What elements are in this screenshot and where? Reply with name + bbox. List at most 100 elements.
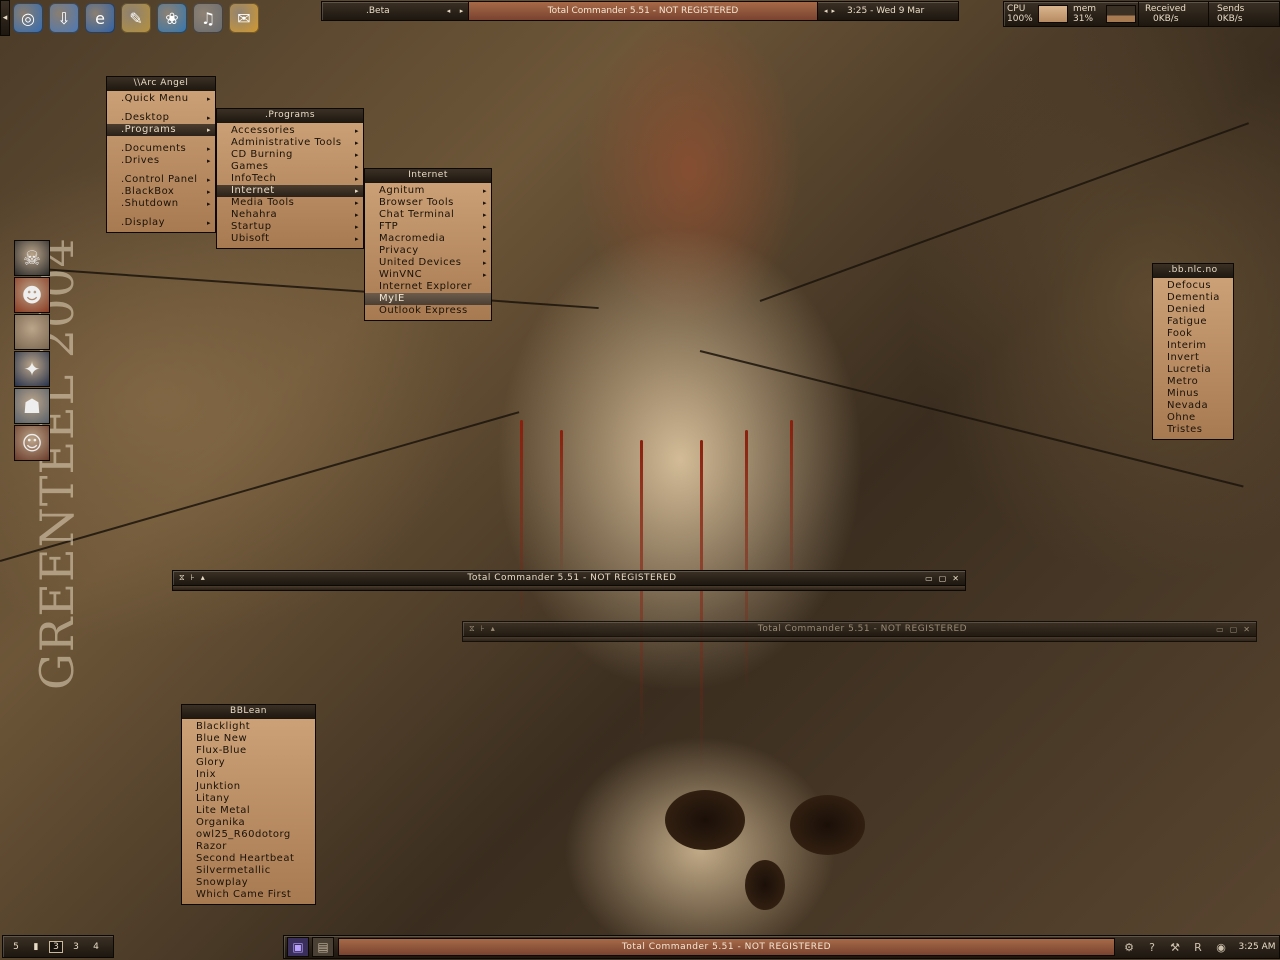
task-prev-arrow[interactable]: ◂ — [824, 7, 828, 15]
bb-style-item[interactable]: Fatigue — [1153, 316, 1233, 328]
internet-menu-item[interactable]: Outlook Express — [365, 305, 491, 317]
bblean-style-item[interactable]: Blue New — [182, 733, 315, 745]
sticky-icon[interactable]: ⊦ — [481, 624, 485, 634]
root-menu-item[interactable]: .Desktop ▸ — [107, 112, 215, 124]
workspace-button[interactable]: 3 — [49, 940, 63, 953]
launcher-button[interactable]: ◎ — [10, 0, 46, 36]
bb-style-item[interactable]: Invert — [1153, 352, 1233, 364]
root-menu-item[interactable]: .Control Panel ▸ — [107, 174, 215, 186]
root-menu-item[interactable]: .Quick Menu ▸ — [107, 93, 215, 105]
launcher-button[interactable]: ⇩ — [46, 0, 82, 36]
bblean-style-item[interactable]: Junktion — [182, 781, 315, 793]
programs-menu-item[interactable]: Media Tools ▸ — [217, 197, 363, 209]
dock-button[interactable]: ☗ — [14, 388, 50, 424]
internet-menu-item[interactable]: Chat Terminal ▸ — [365, 209, 491, 221]
window-titlebar[interactable]: ⧖ ⊦ ▴ Total Commander 5.51 - NOT REGISTERE… — [462, 621, 1257, 637]
internet-menu-item[interactable]: WinVNC ▸ — [365, 269, 491, 281]
programs-menu-item[interactable]: Accessories ▸ — [217, 125, 363, 137]
bblean-style-item[interactable]: Which Came First — [182, 889, 315, 901]
internet-menu-item[interactable]: FTP ▸ — [365, 221, 491, 233]
bb-style-item[interactable]: Fook — [1153, 328, 1233, 340]
bb-style-item[interactable]: Dementia — [1153, 292, 1233, 304]
minimize-icon[interactable]: ▭ — [1216, 625, 1224, 634]
minimize-icon[interactable]: ▭ — [925, 574, 933, 583]
root-menu-item[interactable]: .Shutdown ▸ — [107, 198, 215, 210]
internet-menu-item[interactable]: Browser Tools ▸ — [365, 197, 491, 209]
programs-menu-item[interactable]: Internet ▸ — [217, 185, 363, 197]
launcher-button[interactable]: e — [82, 0, 118, 36]
total-commander-window-inactive[interactable]: ⧖ ⊦ ▴ Total Commander 5.51 - NOT REGISTERE… — [462, 621, 1257, 642]
sticky-icon[interactable]: ⊦ — [191, 573, 195, 583]
disc-icon[interactable]: ◉ — [1211, 941, 1231, 954]
pin-icon[interactable]: ⧖ — [179, 573, 185, 583]
bb-style-item[interactable]: Tristes — [1153, 424, 1233, 436]
launcher-button[interactable]: ❀ — [154, 0, 190, 36]
close-icon[interactable]: ✕ — [1243, 625, 1250, 634]
maximize-icon[interactable]: ▢ — [939, 574, 947, 583]
root-menu-item[interactable]: .BlackBox ▸ — [107, 186, 215, 198]
workspace-next-arrow[interactable]: ▸ — [460, 7, 464, 15]
bblean-style-item[interactable]: Second Heartbeat — [182, 853, 315, 865]
bblean-style-item[interactable]: Litany — [182, 793, 315, 805]
workspace-prev-arrow[interactable]: ◂ — [447, 7, 451, 15]
internet-menu-item[interactable]: Internet Explorer — [365, 281, 491, 293]
root-menu-item[interactable]: .Documents ▸ — [107, 143, 215, 155]
bb-style-item[interactable]: Metro — [1153, 376, 1233, 388]
programs-menu-item[interactable]: InfoTech ▸ — [217, 173, 363, 185]
launcher-button[interactable]: ♫ — [190, 0, 226, 36]
workspace-button[interactable]: 5 — [9, 942, 23, 952]
bb-style-item[interactable]: Minus — [1153, 388, 1233, 400]
taskbar-task[interactable]: Total Commander 5.51 - NOT REGISTERED — [338, 938, 1115, 956]
internet-menu-item[interactable]: United Devices ▸ — [365, 257, 491, 269]
programs-menu-item[interactable]: Startup ▸ — [217, 221, 363, 233]
programs-menu-item[interactable]: Nehahra ▸ — [217, 209, 363, 221]
help-icon[interactable]: ? — [1142, 941, 1162, 954]
bblean-style-item[interactable]: Blacklight — [182, 721, 315, 733]
wrench-icon[interactable]: ⚒ — [1165, 941, 1185, 954]
programs-menu-item[interactable]: Administrative Tools ▸ — [217, 137, 363, 149]
shade-icon[interactable]: ▴ — [491, 624, 495, 634]
root-menu-item[interactable]: .Programs ▸ — [107, 124, 215, 136]
dock-button[interactable]: ✦ — [14, 351, 50, 387]
taskbar-icon-button[interactable]: ▣ — [287, 937, 309, 957]
gear-icon[interactable]: ⚙ — [1119, 941, 1139, 954]
bblean-style-item[interactable]: Razor — [182, 841, 315, 853]
r-logo-icon[interactable]: R — [1188, 941, 1208, 954]
maximize-icon[interactable]: ▢ — [1230, 625, 1238, 634]
programs-menu-item[interactable]: Ubisoft ▸ — [217, 233, 363, 245]
total-commander-window[interactable]: ⧖ ⊦ ▴ Total Commander 5.51 - NOT REGISTERE… — [172, 570, 966, 591]
bblean-style-item[interactable]: Flux-Blue — [182, 745, 315, 757]
bb-style-item[interactable]: Defocus — [1153, 280, 1233, 292]
close-icon[interactable]: ✕ — [952, 574, 959, 583]
dock-button[interactable]: ☺ — [14, 425, 50, 461]
bblean-style-item[interactable]: Lite Metal — [182, 805, 315, 817]
bblean-style-item[interactable]: Glory — [182, 757, 315, 769]
internet-menu-item[interactable]: Macromedia ▸ — [365, 233, 491, 245]
workspace-button[interactable]: ▮ — [29, 942, 43, 952]
taskbar-icon-button[interactable]: ▤ — [312, 937, 334, 957]
window-titlebar[interactable]: ⧖ ⊦ ▴ Total Commander 5.51 - NOT REGISTERE… — [172, 570, 966, 586]
workspace-name[interactable]: .Beta — [322, 2, 442, 20]
dock-button[interactable] — [14, 314, 50, 350]
bb-style-item[interactable]: Nevada — [1153, 400, 1233, 412]
bblean-style-item[interactable]: Inix — [182, 769, 315, 781]
dock-button[interactable]: ☠ — [14, 240, 50, 276]
task-next-arrow[interactable]: ▸ — [832, 7, 836, 15]
shade-icon[interactable]: ▴ — [201, 573, 205, 583]
dock-button[interactable]: ☻ — [14, 277, 50, 313]
internet-menu-item[interactable]: Agnitum ▸ — [365, 185, 491, 197]
internet-menu-item[interactable]: MyIE — [365, 293, 491, 305]
bblean-style-item[interactable]: Organika — [182, 817, 315, 829]
launcher-button[interactable]: ✎ — [118, 0, 154, 36]
bb-style-item[interactable]: Lucretia — [1153, 364, 1233, 376]
programs-menu-item[interactable]: CD Burning ▸ — [217, 149, 363, 161]
launcher-button[interactable]: ✉ — [226, 0, 262, 36]
workspace-button[interactable]: 4 — [89, 942, 103, 952]
bb-style-item[interactable]: Interim — [1153, 340, 1233, 352]
internet-menu-item[interactable]: Privacy ▸ — [365, 245, 491, 257]
bblean-style-item[interactable]: Snowplay — [182, 877, 315, 889]
bblean-style-item[interactable]: Silvermetallic — [182, 865, 315, 877]
launcher-collapse-arrow[interactable]: ◂ — [0, 0, 10, 36]
bb-style-item[interactable]: Ohne — [1153, 412, 1233, 424]
root-menu-item[interactable]: .Display ▸ — [107, 217, 215, 229]
